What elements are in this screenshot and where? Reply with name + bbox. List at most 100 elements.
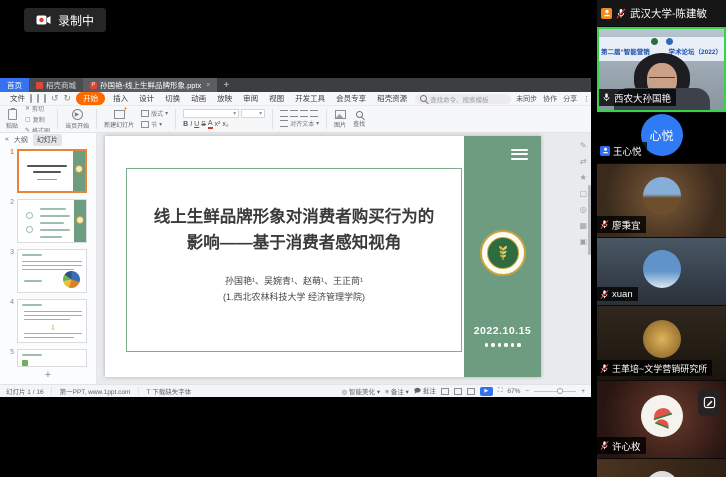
copy-button[interactable]: ▢ 复制 (25, 115, 50, 124)
strikethrough-button[interactable]: S (201, 121, 206, 128)
file-menu[interactable]: 文件 (10, 93, 25, 104)
ribbon-tab-devtools[interactable]: 开发工具 (292, 93, 328, 104)
tab-slides[interactable]: 幻灯片 (33, 134, 62, 146)
banner-logo-green (651, 38, 658, 45)
add-slide-button[interactable]: + (0, 370, 96, 380)
layout-button[interactable]: 版式 ▾ (141, 109, 168, 118)
italic-button[interactable]: I (190, 121, 192, 128)
tab-outline[interactable]: 大纲 (14, 135, 28, 145)
tab-home[interactable]: 首页 (0, 78, 29, 92)
participant-tile-chenjianmin[interactable]: 武汉大学-陈建敏 (597, 0, 726, 26)
redo-icon[interactable]: ↻ (64, 93, 72, 104)
annotation-pen-button[interactable] (698, 389, 720, 416)
slide-thumbnail-5[interactable]: 5 (0, 346, 96, 370)
indent-increase-icon[interactable] (310, 110, 318, 117)
collaborate-button[interactable]: 协作 (543, 94, 557, 104)
bold-button[interactable]: B (183, 121, 188, 128)
zoom-slider[interactable] (534, 391, 576, 392)
ribbon-tab-design[interactable]: 设计 (136, 93, 157, 104)
format-painter-button[interactable]: ✎ 格式刷 (25, 126, 50, 134)
font-size-combo[interactable]: ▾ (241, 109, 265, 118)
normal-view-icon[interactable] (441, 388, 449, 395)
ribbon-tab-start[interactable]: 开始 (76, 92, 105, 105)
output-icon[interactable] (37, 94, 39, 103)
paste-button[interactable]: 粘贴 (6, 109, 18, 130)
participant-name: xuan (612, 289, 633, 300)
slide-sorter-view-icon[interactable] (454, 388, 462, 395)
font-name-combo[interactable]: ▾ (183, 109, 239, 118)
participant-tile-partial[interactable] (597, 459, 726, 477)
slide-thumbnail-1[interactable]: 1 (0, 146, 96, 196)
insert-picture-button[interactable]: 图片 (334, 110, 346, 129)
object-pane-icon[interactable]: ▢ (579, 189, 587, 198)
tab-docer-store[interactable]: 稻壳商城 (29, 78, 83, 92)
slide-affiliation: (1.西北农林科技大学 经济管理学院) (127, 290, 461, 303)
slide-canvas: 2022.10.15 线上生鲜品牌形象对消费者购买行为的 影响——基于消费者感知… (97, 133, 591, 384)
style-pane-icon[interactable]: ✎ (580, 141, 587, 150)
smart-beautify-button[interactable]: ◎ 智能美化 ▾ (342, 386, 381, 396)
participant-tile-liaobingyi[interactable]: 廖秉宜 (597, 164, 726, 237)
ribbon-tab-member[interactable]: 会员专享 (333, 93, 369, 104)
zoom-out-button[interactable]: − (525, 388, 529, 395)
cut-button[interactable]: ✕ 剪切 (25, 106, 50, 113)
properties-pane-icon[interactable]: ▣ (579, 237, 587, 246)
share-button[interactable]: 分享 (563, 94, 577, 104)
new-slide-button[interactable]: 新建幻灯片 (104, 110, 134, 129)
align-text-button[interactable]: 对齐文本 ▾ (280, 119, 319, 128)
ribbon-tab-slideshow[interactable]: 放映 (214, 93, 235, 104)
undo-icon[interactable]: ↺ (51, 93, 59, 104)
save-icon[interactable] (30, 94, 32, 103)
section-button[interactable]: 节 ▾ (141, 120, 168, 129)
indent-decrease-icon[interactable] (300, 110, 308, 117)
participant-tile-xuxinmei[interactable]: 许心枚 (597, 381, 726, 458)
reading-view-icon[interactable] (467, 388, 475, 395)
ribbon-tab-transition[interactable]: 切换 (162, 93, 183, 104)
notes-button[interactable]: ≡ 备注 ▾ (385, 386, 409, 396)
slide-editing-area[interactable]: 2022.10.15 线上生鲜品牌形象对消费者购买行为的 影响——基于消费者感知… (105, 136, 541, 377)
slide-thumbnail-3[interactable]: 3 (0, 246, 96, 296)
new-tab-button[interactable]: + (217, 78, 235, 92)
mic-muted-icon (600, 363, 609, 374)
subscript-button[interactable]: x₂ (222, 121, 228, 128)
mic-on-icon (602, 92, 611, 103)
underline-button[interactable]: U (194, 121, 199, 128)
numbered-list-icon[interactable] (290, 110, 298, 117)
participant-tile-sunguoyan[interactable]: 第二届“智能营销 学术论坛（2022） 西农大孙国艳 (597, 27, 726, 112)
play-from-current-button[interactable]: ▶ 当页开始 (65, 109, 89, 130)
slideshow-play-button[interactable]: ▶ (480, 387, 493, 396)
participant-tile-wangxinyue[interactable]: 心悦 王心悦 (597, 113, 726, 163)
zoom-in-button[interactable]: + (581, 388, 585, 395)
close-tab-icon[interactable]: × (206, 82, 210, 89)
zoom-percent[interactable]: 67% (507, 388, 520, 395)
tab-docer-label: 稻壳商城 (46, 80, 76, 91)
find-button[interactable]: 查找 (353, 111, 365, 128)
tab-active-document[interactable]: P 孙国艳-线上生鲜品牌形象.pptx × (83, 78, 217, 92)
effects-pane-icon[interactable]: ★ (580, 173, 587, 182)
superscript-button[interactable]: x² (215, 121, 221, 128)
participant-tile-wanggepei[interactable]: 王革培~文学营销研究所 (597, 306, 726, 380)
cloud-sync-status[interactable]: 未同步 (516, 94, 537, 104)
participant-tile-xuan[interactable]: xuan (597, 238, 726, 305)
bullet-list-icon[interactable] (280, 110, 288, 117)
ribbon-tab-view[interactable]: 视图 (266, 93, 287, 104)
fit-window-icon[interactable]: ⛶ (498, 387, 503, 395)
mic-muted-icon (600, 289, 609, 300)
comments-button[interactable]: 🗩 批注 (414, 385, 436, 398)
download-missing-fonts[interactable]: T 下载缺失字体 (147, 386, 192, 396)
vertical-scrollbar[interactable] (588, 185, 591, 255)
collapse-panel-button[interactable]: « (5, 136, 9, 143)
more-menu-icon[interactable]: ⋮ (583, 95, 590, 103)
transition-pane-icon[interactable]: ⇄ (580, 157, 587, 166)
ribbon-tab-animation[interactable]: 动画 (188, 93, 209, 104)
ribbon-tab-review[interactable]: 审阅 (240, 93, 261, 104)
ribbon-tab-insert[interactable]: 插入 (110, 93, 131, 104)
ribbon-tab-docer[interactable]: 稻壳资源 (374, 93, 410, 104)
participant-name: 西农大孙国艳 (614, 91, 671, 105)
selection-pane-icon[interactable]: ◎ (580, 205, 587, 214)
slide-thumbnail-4[interactable]: 4 ⇩ (0, 296, 96, 346)
font-color-button[interactable]: A (208, 120, 213, 129)
print-icon[interactable] (44, 94, 46, 103)
slide-thumbnail-2[interactable]: 2 (0, 196, 96, 246)
command-search-input[interactable]: 查找命令、搜索模板 (415, 94, 511, 104)
grid-pane-icon[interactable]: ▦ (579, 221, 587, 230)
